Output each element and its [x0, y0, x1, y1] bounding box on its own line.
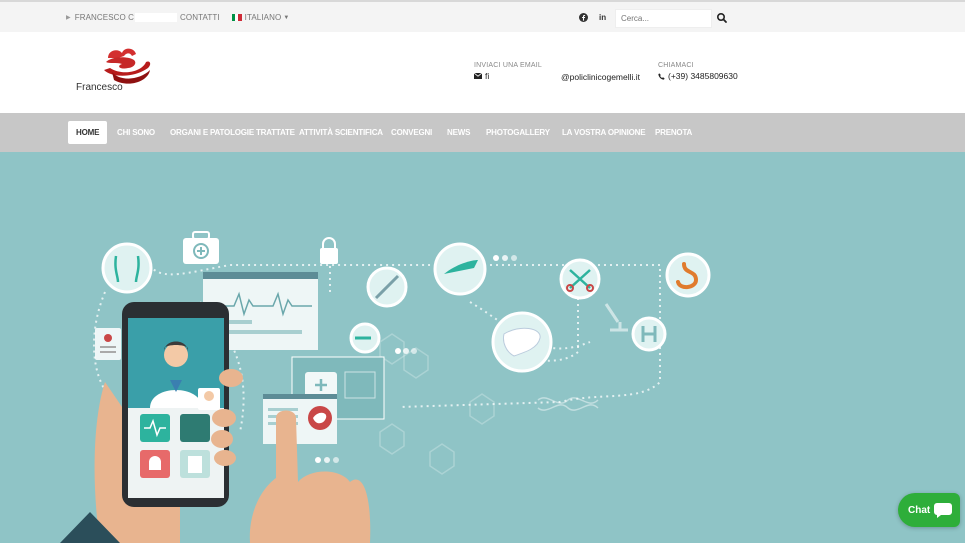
clipboard-icon [95, 328, 121, 360]
nav-item-opinione[interactable]: LA VOSTRA OPINIONE [562, 121, 646, 144]
phone-contact: CHIAMACI (+39) 3485809630 [658, 62, 738, 81]
scalpel-icon [433, 242, 487, 296]
email-contact: INVIACI UNA EMAIL fi [474, 62, 542, 81]
top-bar: ▶ FRANCESCO C CONTATTI ITALIANO ▼ in [0, 0, 965, 32]
hospital-h-icon [631, 316, 667, 352]
dna-icon [537, 397, 599, 411]
main-nav: HOME CHI SONO ORGANI E PATOLOGIE TRATTAT… [0, 113, 965, 152]
syringe-icon [366, 266, 408, 308]
nav-item-convegni[interactable]: CONVEGNI [391, 121, 432, 144]
hero-banner [0, 152, 965, 543]
nav-item-prenota[interactable]: PRENOTA [655, 121, 692, 144]
linkedin-icon[interactable]: in [599, 13, 606, 22]
liver-card [263, 394, 337, 444]
medical-case-icon [183, 231, 219, 264]
nav-item-photogallery[interactable]: PHOTOGALLERY [486, 121, 550, 144]
nav-item-attivita[interactable]: ATTIVITÀ SCIENTIFICA [299, 121, 383, 144]
site-header: Francesco INVIACI UNA EMAIL fi @policlin… [0, 32, 965, 113]
lock-icon [320, 237, 338, 264]
language-label: ITALIANO [244, 13, 282, 22]
phone-title: CHIAMACI [658, 62, 694, 69]
chat-button[interactable]: Chat [898, 493, 960, 527]
email-domain[interactable]: @policlinicogemelli.it [561, 70, 640, 82]
syringe-small-icon [349, 322, 381, 354]
italian-flag-icon [231, 14, 242, 21]
caret-right-icon: ▶ [66, 15, 71, 21]
microscope-icon [604, 303, 628, 332]
phone-icon [658, 72, 665, 80]
language-selector[interactable]: ITALIANO ▼ [231, 13, 290, 22]
email-title: INVIACI UNA EMAIL [474, 62, 542, 69]
phone-illustration [60, 302, 243, 543]
redacted-block [135, 13, 178, 22]
liver-icon [491, 311, 553, 373]
search-input[interactable] [615, 9, 712, 28]
scissors-icon [559, 258, 601, 300]
facebook-icon[interactable] [579, 13, 588, 22]
search-icon[interactable] [716, 12, 728, 24]
chat-bubble-icon [934, 503, 952, 518]
torso-icon [101, 242, 153, 294]
stomach-icon [665, 252, 711, 298]
chevron-down-icon: ▼ [283, 14, 290, 21]
phone-value: (+39) 3485809630 [668, 71, 738, 81]
email-value-row[interactable]: fi [474, 71, 542, 81]
phone-value-row[interactable]: (+39) 3485809630 [658, 71, 738, 81]
email-domain-text: @policlinicogemelli.it [561, 72, 641, 82]
logo-text: Francesco [76, 82, 123, 93]
nav-item-home[interactable]: HOME [68, 121, 108, 144]
hero-illustration [60, 231, 711, 543]
contacts-link[interactable]: CONTATTI [180, 13, 220, 22]
nav-item-organi[interactable]: ORGANI E PATOLOGIE TRATTATE [170, 121, 295, 144]
owner-link[interactable]: FRANCESCO C [75, 13, 134, 22]
nav-item-chi-sono[interactable]: CHI SONO [117, 121, 155, 144]
nav-item-news[interactable]: NEWS [447, 121, 470, 144]
top-bar-left: ▶ FRANCESCO C CONTATTI ITALIANO ▼ [66, 13, 289, 22]
envelope-icon [474, 73, 482, 79]
chat-label: Chat [908, 504, 931, 516]
email-value: fi [485, 71, 490, 81]
